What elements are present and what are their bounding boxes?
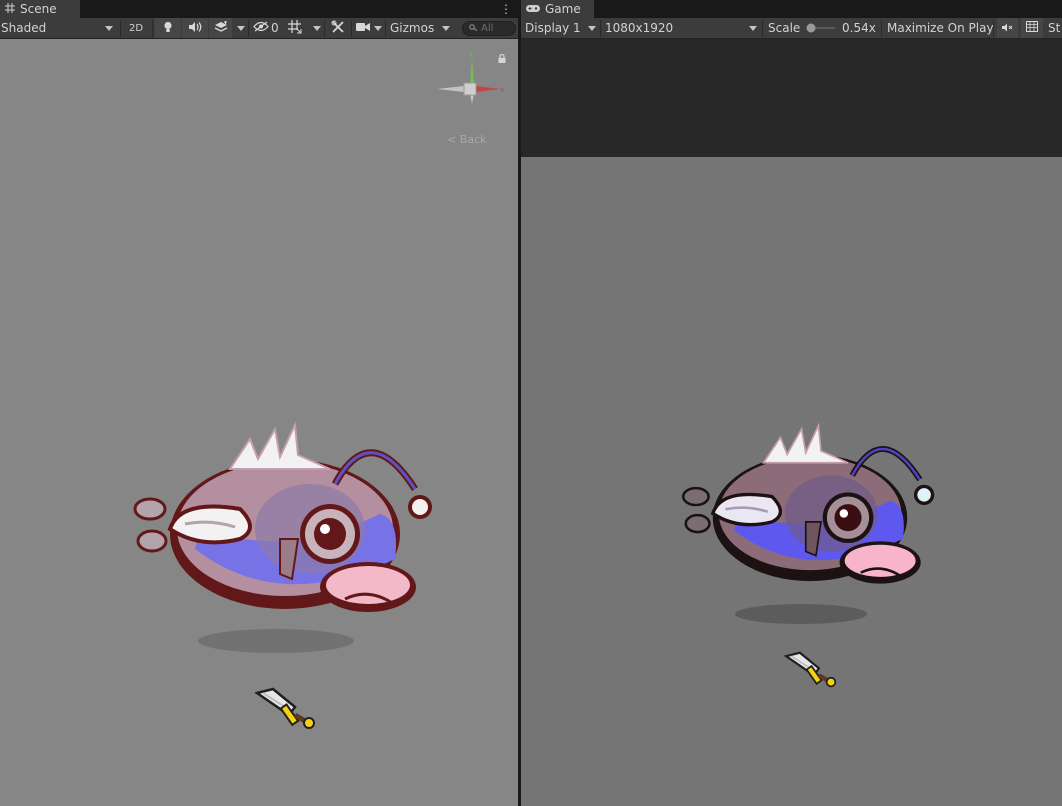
hidden-count: 0 <box>271 21 279 35</box>
angler-fish-sprite[interactable] <box>130 419 440 619</box>
audio-icon <box>188 21 202 35</box>
resolution-dropdown[interactable]: 1080x1920 <box>605 18 759 38</box>
audio-toggle-button[interactable] <box>182 18 208 38</box>
scene-toolbar: Shaded 2D 0 Gizmos All <box>0 18 518 39</box>
toggle-2d-label: 2D <box>128 22 144 34</box>
game-render-canvas[interactable] <box>521 157 1062 806</box>
lock-icon[interactable] <box>498 52 506 66</box>
hierarchy-search-input[interactable]: All <box>462 21 516 36</box>
camera-dropdown-icon[interactable] <box>374 26 382 31</box>
tab-scene[interactable]: Scene <box>0 0 80 18</box>
mute-audio-icon <box>1002 21 1013 35</box>
kebab-menu-icon[interactable]: ⋮ <box>500 1 512 17</box>
game-toolbar: Display 1 1080x1920 Scale 0.54x Maximize… <box>521 18 1062 39</box>
scale-label: Scale <box>768 21 801 35</box>
grid-dropdown-icon[interactable] <box>313 26 321 31</box>
stats-icon <box>1026 21 1038 35</box>
svg-text:x: x <box>500 86 504 94</box>
search-placeholder: All <box>481 23 494 34</box>
camera-settings-button[interactable] <box>355 18 371 38</box>
lightbulb-icon <box>163 21 173 36</box>
resolution-value: 1080x1920 <box>605 21 674 35</box>
stats-toggle[interactable] <box>1021 18 1043 38</box>
tools-icon <box>331 20 345 37</box>
tab-game-label: Game <box>545 2 581 16</box>
svg-text:y: y <box>469 52 473 58</box>
lighting-toggle-button[interactable] <box>155 18 181 38</box>
draw-mode-value: Shaded <box>1 21 47 35</box>
effects-icon <box>214 20 228 36</box>
scene-tab-bar: Scene ⋮ <box>0 0 518 18</box>
gizmo-back-button[interactable]: < Back <box>447 133 486 146</box>
game-viewport[interactable] <box>521 39 1062 806</box>
stats-label[interactable]: St <box>1048 18 1060 38</box>
gizmos-chevron-icon <box>442 26 450 31</box>
effects-toggle-button[interactable] <box>209 18 232 38</box>
tools-button[interactable] <box>328 18 348 38</box>
grid-icon <box>5 2 15 16</box>
game-fish-shadow <box>735 604 867 624</box>
tab-scene-label: Scene <box>20 2 57 16</box>
game-panel: Game Display 1 1080x1920 Scale 0.54x Max… <box>521 0 1062 806</box>
resolution-chevron-icon <box>749 26 757 31</box>
tab-game[interactable]: Game <box>521 0 594 18</box>
game-angler-fish-sprite <box>681 422 935 584</box>
sword-sprite[interactable] <box>255 687 319 731</box>
scene-visibility-toggle[interactable]: 0 <box>253 18 283 38</box>
maximize-on-play-toggle[interactable]: Maximize On Play <box>887 18 994 38</box>
camera-icon <box>356 21 370 35</box>
game-tab-bar: Game <box>521 0 1062 18</box>
display-chevron-icon <box>588 26 596 31</box>
chevron-down-icon <box>105 26 113 31</box>
toggle-2d-button[interactable]: 2D <box>124 18 148 38</box>
game-sword-sprite <box>784 651 837 688</box>
visibility-icon <box>253 21 269 35</box>
effects-dropdown-icon[interactable] <box>237 26 245 31</box>
gamepad-icon <box>526 2 540 16</box>
scale-value: 0.54x <box>842 21 876 35</box>
scene-panel: Scene ⋮ Shaded 2D 0 Gizmos All y x < Bac… <box>0 0 518 806</box>
grid-snap-toggle[interactable] <box>285 18 305 38</box>
fish-shadow <box>198 629 354 653</box>
scene-viewport[interactable]: y x < Back <box>0 39 518 806</box>
search-icon <box>469 23 478 34</box>
display-value: Display 1 <box>525 21 581 35</box>
gizmos-label: Gizmos <box>390 21 435 35</box>
draw-mode-dropdown[interactable]: Shaded <box>1 18 117 38</box>
mute-audio-toggle[interactable] <box>997 18 1018 38</box>
scale-slider[interactable] <box>805 23 837 33</box>
grid-snap-icon <box>288 19 302 37</box>
